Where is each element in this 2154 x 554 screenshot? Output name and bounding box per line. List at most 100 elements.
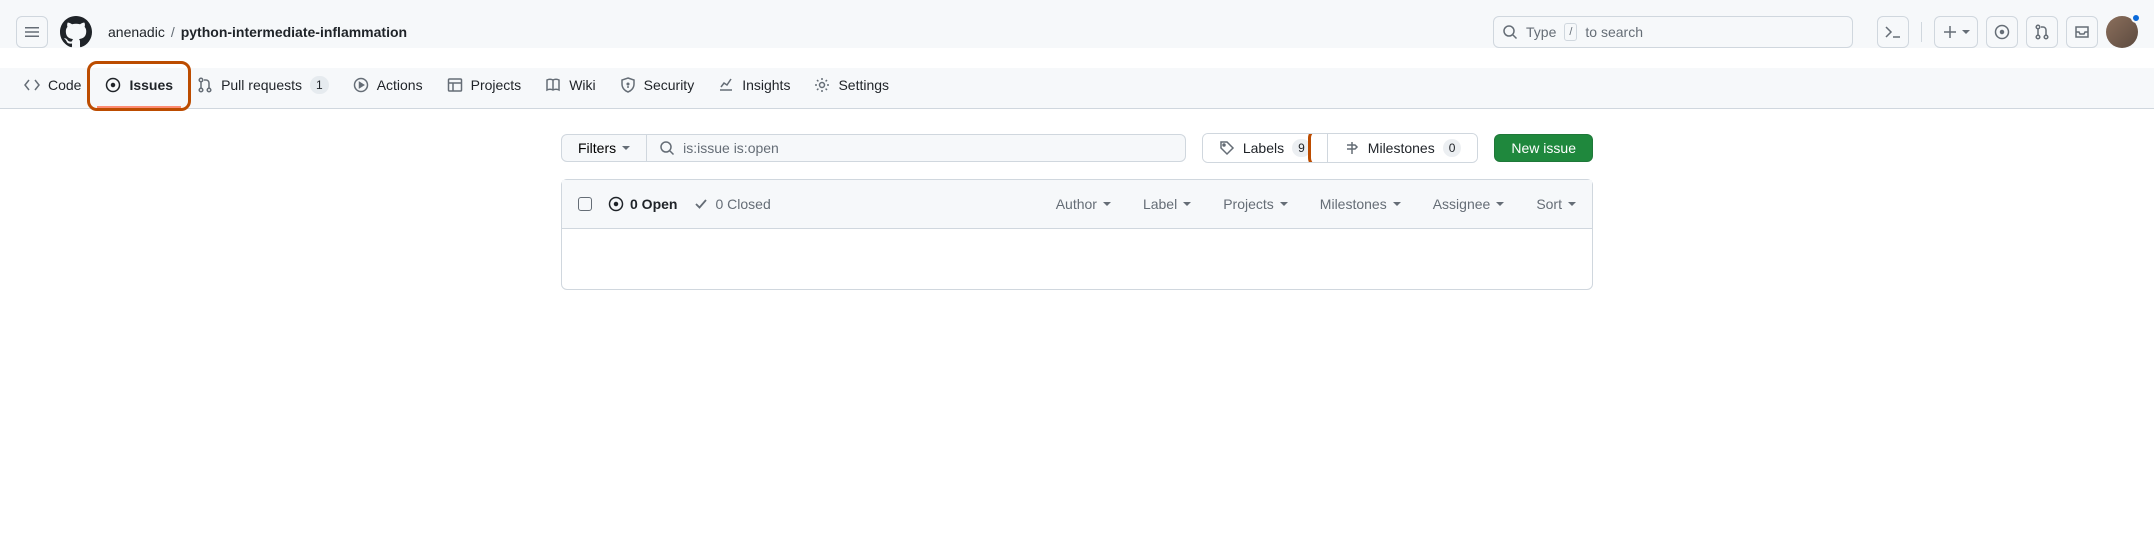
- caret-down-icon: [1393, 200, 1401, 208]
- select-all-checkbox[interactable]: [578, 197, 592, 211]
- issues-toolbar: Filters Labels 9 Milestones 0 New issue: [561, 133, 1593, 163]
- search-icon: [659, 140, 675, 156]
- play-icon: [353, 77, 369, 93]
- tab-actions[interactable]: Actions: [345, 69, 431, 107]
- open-count: 0 Open: [630, 196, 677, 212]
- sort-filter[interactable]: Sort: [1536, 196, 1576, 212]
- label-label: Label: [1143, 196, 1177, 212]
- caret-down-icon: [1280, 200, 1288, 208]
- milestones-label: Milestones: [1320, 196, 1387, 212]
- projects-filter[interactable]: Projects: [1223, 196, 1288, 212]
- global-search[interactable]: Type / to search: [1493, 16, 1853, 48]
- plus-icon: [1942, 24, 1958, 40]
- header-filter-dropdowns: Author Label Projects Milestones Assigne…: [1056, 196, 1576, 212]
- issue-icon: [105, 77, 121, 93]
- tab-settings-label: Settings: [838, 77, 889, 93]
- breadcrumb-owner[interactable]: anenadic: [108, 24, 165, 40]
- pulls-count: 1: [310, 76, 329, 94]
- avatar[interactable]: [2106, 16, 2138, 48]
- sort-label: Sort: [1536, 196, 1562, 212]
- tab-issues-label: Issues: [129, 77, 173, 93]
- issues-search[interactable]: [647, 134, 1186, 162]
- search-icon: [1502, 24, 1518, 40]
- filters-button[interactable]: Filters: [561, 134, 647, 162]
- issue-open-icon: [608, 196, 624, 212]
- repo-nav: Code Issues Pull requests 1 Actions Proj…: [0, 68, 2154, 109]
- milestones-filter[interactable]: Milestones: [1320, 196, 1401, 212]
- breadcrumb-repo[interactable]: python-intermediate-inflammation: [181, 24, 407, 40]
- open-tab[interactable]: 0 Open: [608, 196, 677, 212]
- search-placeholder-post: to search: [1585, 24, 1643, 40]
- new-issue-button[interactable]: New issue: [1494, 134, 1593, 162]
- milestones-button[interactable]: Milestones 0: [1327, 134, 1478, 162]
- tab-pull-requests[interactable]: Pull requests 1: [189, 68, 337, 108]
- global-header: anenadic / python-intermediate-inflammat…: [0, 0, 2154, 48]
- create-new-button[interactable]: [1934, 16, 1978, 48]
- caret-down-icon: [1568, 200, 1576, 208]
- author-label: Author: [1056, 196, 1097, 212]
- code-icon: [24, 77, 40, 93]
- issues-search-input[interactable]: [683, 140, 1173, 156]
- tab-issues[interactable]: Issues: [97, 69, 181, 107]
- search-placeholder-pre: Type: [1526, 24, 1556, 40]
- label-filter[interactable]: Label: [1143, 196, 1191, 212]
- projects-label: Projects: [1223, 196, 1274, 212]
- top-actions: [1877, 16, 2138, 48]
- hamburger-menu-button[interactable]: [16, 16, 48, 48]
- divider: [1921, 22, 1922, 42]
- caret-down-icon: [1962, 28, 1970, 36]
- tab-code-label: Code: [48, 77, 81, 93]
- caret-down-icon: [1103, 200, 1111, 208]
- inbox-icon: [2074, 24, 2090, 40]
- milestone-icon: [1344, 140, 1360, 156]
- tab-security[interactable]: Security: [612, 69, 703, 107]
- tab-wiki-label: Wiki: [569, 77, 595, 93]
- tab-insights-label: Insights: [742, 77, 790, 93]
- notifications-button[interactable]: [2066, 16, 2098, 48]
- labels-label: Labels: [1243, 140, 1284, 156]
- tab-insights[interactable]: Insights: [710, 69, 798, 107]
- book-icon: [545, 77, 561, 93]
- tab-settings[interactable]: Settings: [806, 69, 897, 107]
- gear-icon: [814, 77, 830, 93]
- labels-button[interactable]: Labels 9: [1203, 134, 1327, 162]
- shield-icon: [620, 77, 636, 93]
- tab-projects[interactable]: Projects: [439, 69, 530, 107]
- issues-list-header: 0 Open 0 Closed Author Label Projects Mi…: [562, 180, 1592, 229]
- assignee-label: Assignee: [1433, 196, 1491, 212]
- caret-down-icon: [1496, 200, 1504, 208]
- pull-requests-button[interactable]: [2026, 16, 2058, 48]
- tab-pulls-label: Pull requests: [221, 77, 302, 93]
- project-icon: [447, 77, 463, 93]
- check-icon: [693, 196, 709, 212]
- github-logo-icon[interactable]: [60, 16, 92, 48]
- issues-list: 0 Open 0 Closed Author Label Projects Mi…: [561, 179, 1593, 290]
- tab-code[interactable]: Code: [16, 69, 89, 107]
- issue-icon: [1994, 24, 2010, 40]
- issues-list-body: [562, 229, 1592, 289]
- author-filter[interactable]: Author: [1056, 196, 1111, 212]
- pull-request-icon: [197, 77, 213, 93]
- pull-request-icon: [2034, 24, 2050, 40]
- tab-wiki[interactable]: Wiki: [537, 69, 603, 107]
- tab-actions-label: Actions: [377, 77, 423, 93]
- main-content: Filters Labels 9 Milestones 0 New issue: [537, 109, 1617, 314]
- command-palette-button[interactable]: [1877, 16, 1909, 48]
- breadcrumb-separator: /: [171, 24, 175, 40]
- graph-icon: [718, 77, 734, 93]
- assignee-filter[interactable]: Assignee: [1433, 196, 1505, 212]
- breadcrumb: anenadic / python-intermediate-inflammat…: [108, 24, 1485, 40]
- filters-search-group: Filters: [561, 134, 1186, 162]
- tag-icon: [1219, 140, 1235, 156]
- command-icon: [1885, 24, 1901, 40]
- state-tabs: 0 Open 0 Closed: [608, 196, 771, 212]
- issues-button[interactable]: [1986, 16, 2018, 48]
- milestones-count: 0: [1443, 139, 1462, 157]
- closed-tab[interactable]: 0 Closed: [693, 196, 770, 212]
- caret-down-icon: [622, 144, 630, 152]
- notification-dot-icon: [2131, 13, 2141, 23]
- filters-label: Filters: [578, 140, 616, 156]
- milestones-label: Milestones: [1368, 140, 1435, 156]
- hamburger-icon: [24, 24, 40, 40]
- closed-count: 0 Closed: [715, 196, 770, 212]
